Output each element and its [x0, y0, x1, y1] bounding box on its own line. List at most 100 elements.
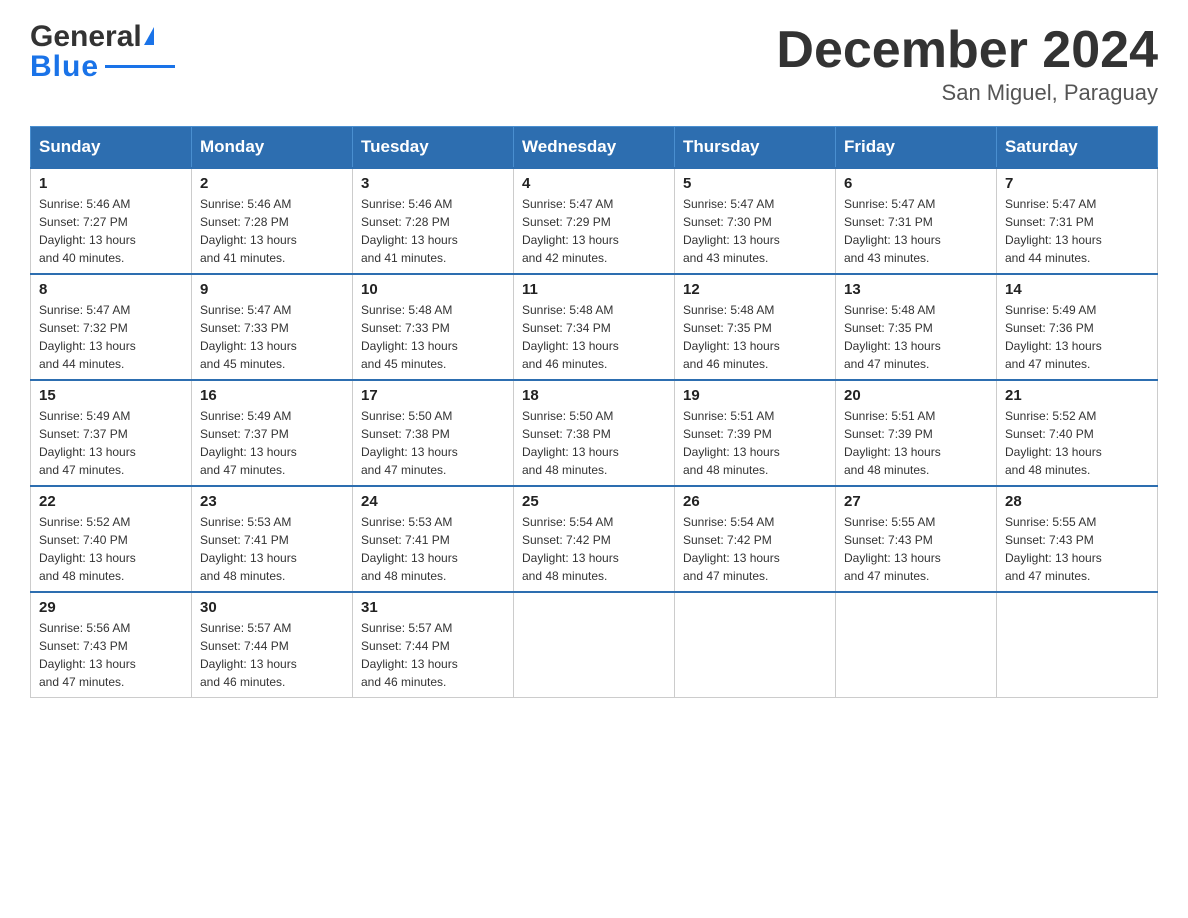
day-info: Sunrise: 5:54 AM Sunset: 7:42 PM Dayligh… [522, 513, 666, 585]
calendar-week-row: 15 Sunrise: 5:49 AM Sunset: 7:37 PM Dayl… [31, 380, 1158, 486]
day-number: 27 [844, 493, 988, 510]
day-number: 8 [39, 281, 183, 298]
day-info: Sunrise: 5:46 AM Sunset: 7:28 PM Dayligh… [200, 195, 344, 267]
day-info: Sunrise: 5:48 AM Sunset: 7:34 PM Dayligh… [522, 301, 666, 373]
day-info: Sunrise: 5:47 AM Sunset: 7:32 PM Dayligh… [39, 301, 183, 373]
calendar-day-cell: 30 Sunrise: 5:57 AM Sunset: 7:44 PM Dayl… [192, 592, 353, 698]
header-friday: Friday [836, 127, 997, 169]
day-info: Sunrise: 5:54 AM Sunset: 7:42 PM Dayligh… [683, 513, 827, 585]
calendar-day-cell: 19 Sunrise: 5:51 AM Sunset: 7:39 PM Dayl… [675, 380, 836, 486]
calendar-title: December 2024 [776, 20, 1158, 80]
logo-general-text: General [30, 20, 142, 54]
day-number: 18 [522, 387, 666, 404]
day-number: 22 [39, 493, 183, 510]
day-info: Sunrise: 5:50 AM Sunset: 7:38 PM Dayligh… [361, 407, 505, 479]
header-thursday: Thursday [675, 127, 836, 169]
calendar-day-cell [836, 592, 997, 698]
calendar-day-cell: 14 Sunrise: 5:49 AM Sunset: 7:36 PM Dayl… [997, 274, 1158, 380]
calendar-day-cell: 10 Sunrise: 5:48 AM Sunset: 7:33 PM Dayl… [353, 274, 514, 380]
day-info: Sunrise: 5:46 AM Sunset: 7:28 PM Dayligh… [361, 195, 505, 267]
day-number: 23 [200, 493, 344, 510]
logo-underline [105, 65, 175, 68]
calendar-day-cell: 4 Sunrise: 5:47 AM Sunset: 7:29 PM Dayli… [514, 168, 675, 274]
calendar-day-cell: 27 Sunrise: 5:55 AM Sunset: 7:43 PM Dayl… [836, 486, 997, 592]
calendar-day-cell: 7 Sunrise: 5:47 AM Sunset: 7:31 PM Dayli… [997, 168, 1158, 274]
day-info: Sunrise: 5:55 AM Sunset: 7:43 PM Dayligh… [1005, 513, 1149, 585]
day-number: 26 [683, 493, 827, 510]
day-number: 25 [522, 493, 666, 510]
day-number: 29 [39, 599, 183, 616]
day-number: 11 [522, 281, 666, 298]
calendar-header: Sunday Monday Tuesday Wednesday Thursday… [31, 127, 1158, 169]
day-number: 19 [683, 387, 827, 404]
day-number: 21 [1005, 387, 1149, 404]
calendar-week-row: 29 Sunrise: 5:56 AM Sunset: 7:43 PM Dayl… [31, 592, 1158, 698]
header-tuesday: Tuesday [353, 127, 514, 169]
calendar-body: 1 Sunrise: 5:46 AM Sunset: 7:27 PM Dayli… [31, 168, 1158, 698]
calendar-day-cell: 9 Sunrise: 5:47 AM Sunset: 7:33 PM Dayli… [192, 274, 353, 380]
header-saturday: Saturday [997, 127, 1158, 169]
day-info: Sunrise: 5:47 AM Sunset: 7:30 PM Dayligh… [683, 195, 827, 267]
day-number: 24 [361, 493, 505, 510]
calendar-week-row: 8 Sunrise: 5:47 AM Sunset: 7:32 PM Dayli… [31, 274, 1158, 380]
day-number: 4 [522, 175, 666, 192]
day-info: Sunrise: 5:48 AM Sunset: 7:35 PM Dayligh… [844, 301, 988, 373]
logo-blue-text: Blue [30, 50, 99, 84]
day-info: Sunrise: 5:53 AM Sunset: 7:41 PM Dayligh… [200, 513, 344, 585]
calendar-day-cell: 23 Sunrise: 5:53 AM Sunset: 7:41 PM Dayl… [192, 486, 353, 592]
day-info: Sunrise: 5:49 AM Sunset: 7:36 PM Dayligh… [1005, 301, 1149, 373]
day-info: Sunrise: 5:51 AM Sunset: 7:39 PM Dayligh… [683, 407, 827, 479]
header-sunday: Sunday [31, 127, 192, 169]
day-number: 16 [200, 387, 344, 404]
day-number: 1 [39, 175, 183, 192]
calendar-day-cell: 1 Sunrise: 5:46 AM Sunset: 7:27 PM Dayli… [31, 168, 192, 274]
day-number: 28 [1005, 493, 1149, 510]
day-info: Sunrise: 5:49 AM Sunset: 7:37 PM Dayligh… [200, 407, 344, 479]
day-info: Sunrise: 5:47 AM Sunset: 7:33 PM Dayligh… [200, 301, 344, 373]
calendar-day-cell: 15 Sunrise: 5:49 AM Sunset: 7:37 PM Dayl… [31, 380, 192, 486]
day-info: Sunrise: 5:49 AM Sunset: 7:37 PM Dayligh… [39, 407, 183, 479]
calendar-day-cell: 20 Sunrise: 5:51 AM Sunset: 7:39 PM Dayl… [836, 380, 997, 486]
day-info: Sunrise: 5:51 AM Sunset: 7:39 PM Dayligh… [844, 407, 988, 479]
header-monday: Monday [192, 127, 353, 169]
day-number: 12 [683, 281, 827, 298]
calendar-day-cell: 16 Sunrise: 5:49 AM Sunset: 7:37 PM Dayl… [192, 380, 353, 486]
calendar-day-cell [514, 592, 675, 698]
day-info: Sunrise: 5:52 AM Sunset: 7:40 PM Dayligh… [39, 513, 183, 585]
day-number: 7 [1005, 175, 1149, 192]
day-info: Sunrise: 5:50 AM Sunset: 7:38 PM Dayligh… [522, 407, 666, 479]
day-info: Sunrise: 5:48 AM Sunset: 7:35 PM Dayligh… [683, 301, 827, 373]
calendar-day-cell: 6 Sunrise: 5:47 AM Sunset: 7:31 PM Dayli… [836, 168, 997, 274]
calendar-day-cell: 24 Sunrise: 5:53 AM Sunset: 7:41 PM Dayl… [353, 486, 514, 592]
day-number: 9 [200, 281, 344, 298]
day-info: Sunrise: 5:52 AM Sunset: 7:40 PM Dayligh… [1005, 407, 1149, 479]
day-number: 31 [361, 599, 505, 616]
day-info: Sunrise: 5:46 AM Sunset: 7:27 PM Dayligh… [39, 195, 183, 267]
calendar-day-cell: 12 Sunrise: 5:48 AM Sunset: 7:35 PM Dayl… [675, 274, 836, 380]
day-number: 20 [844, 387, 988, 404]
calendar-day-cell: 11 Sunrise: 5:48 AM Sunset: 7:34 PM Dayl… [514, 274, 675, 380]
logo-triangle-icon [144, 27, 154, 45]
calendar-day-cell: 28 Sunrise: 5:55 AM Sunset: 7:43 PM Dayl… [997, 486, 1158, 592]
day-number: 17 [361, 387, 505, 404]
day-info: Sunrise: 5:47 AM Sunset: 7:31 PM Dayligh… [1005, 195, 1149, 267]
day-info: Sunrise: 5:55 AM Sunset: 7:43 PM Dayligh… [844, 513, 988, 585]
calendar-day-cell: 3 Sunrise: 5:46 AM Sunset: 7:28 PM Dayli… [353, 168, 514, 274]
calendar-week-row: 1 Sunrise: 5:46 AM Sunset: 7:27 PM Dayli… [31, 168, 1158, 274]
day-number: 3 [361, 175, 505, 192]
calendar-day-cell: 31 Sunrise: 5:57 AM Sunset: 7:44 PM Dayl… [353, 592, 514, 698]
calendar-subtitle: San Miguel, Paraguay [776, 80, 1158, 106]
logo: General Blue [30, 20, 175, 84]
day-info: Sunrise: 5:57 AM Sunset: 7:44 PM Dayligh… [361, 619, 505, 691]
calendar-day-cell: 21 Sunrise: 5:52 AM Sunset: 7:40 PM Dayl… [997, 380, 1158, 486]
day-number: 15 [39, 387, 183, 404]
weekday-header-row: Sunday Monday Tuesday Wednesday Thursday… [31, 127, 1158, 169]
day-info: Sunrise: 5:57 AM Sunset: 7:44 PM Dayligh… [200, 619, 344, 691]
title-area: December 2024 San Miguel, Paraguay [776, 20, 1158, 106]
day-info: Sunrise: 5:47 AM Sunset: 7:29 PM Dayligh… [522, 195, 666, 267]
calendar-table: Sunday Monday Tuesday Wednesday Thursday… [30, 126, 1158, 698]
calendar-day-cell: 5 Sunrise: 5:47 AM Sunset: 7:30 PM Dayli… [675, 168, 836, 274]
day-info: Sunrise: 5:47 AM Sunset: 7:31 PM Dayligh… [844, 195, 988, 267]
calendar-day-cell: 8 Sunrise: 5:47 AM Sunset: 7:32 PM Dayli… [31, 274, 192, 380]
day-number: 14 [1005, 281, 1149, 298]
